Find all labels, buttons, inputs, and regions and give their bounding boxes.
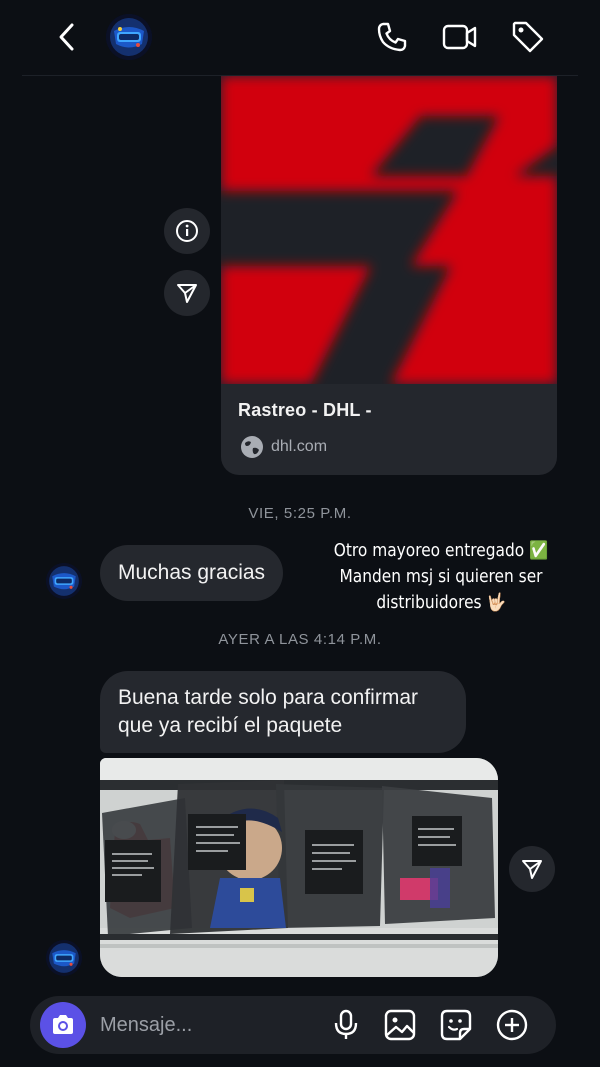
globe-icon	[241, 436, 263, 458]
gallery-icon	[384, 1009, 416, 1041]
share-link-button[interactable]	[164, 270, 210, 316]
chevron-left-icon	[59, 23, 74, 51]
tag-icon	[512, 21, 544, 53]
contact-logo-avatar	[106, 14, 152, 60]
phone-icon	[377, 22, 407, 52]
photo-message-packages[interactable]	[100, 758, 498, 977]
dhl-preview-image	[221, 76, 557, 384]
sticker-icon	[440, 1009, 472, 1041]
share-photo-button[interactable]	[509, 846, 555, 892]
sticker-button[interactable]	[438, 1007, 474, 1043]
microphone-icon	[334, 1009, 358, 1039]
more-options-button[interactable]	[494, 1007, 530, 1043]
chat-header	[0, 0, 600, 76]
message-info-button[interactable]	[164, 208, 210, 254]
video-call-button[interactable]	[441, 18, 479, 56]
contact-avatar[interactable]	[106, 14, 152, 60]
message-composer	[30, 996, 556, 1054]
sender-avatar[interactable]	[46, 563, 82, 599]
gallery-button[interactable]	[382, 1007, 418, 1043]
camera-icon	[53, 1015, 73, 1034]
voice-message-button[interactable]	[328, 1007, 364, 1043]
link-domain: dhl.com	[271, 438, 328, 455]
timestamp-friday: VIE, 5:25 P.M.	[248, 505, 352, 522]
send-icon	[522, 860, 542, 879]
tag-button[interactable]	[509, 18, 547, 56]
video-camera-icon	[442, 24, 477, 50]
message-bubble-confirmation[interactable]: Buena tarde solo para confirmar que ya r…	[100, 671, 466, 753]
story-reply-caption[interactable]: Otro mayoreo entregado ✅ Manden msj si q…	[333, 538, 549, 616]
plus-circle-icon	[496, 1009, 528, 1041]
timestamp-yesterday: AYER A LAS 4:14 P.M.	[218, 631, 382, 648]
back-button[interactable]	[50, 20, 84, 54]
message-input[interactable]	[100, 1010, 320, 1040]
send-icon	[177, 284, 197, 303]
contact-logo-avatar	[46, 940, 82, 976]
message-bubble-thanks[interactable]: Muchas gracias	[100, 545, 284, 601]
camera-button[interactable]	[40, 1002, 86, 1048]
contact-logo-avatar	[46, 563, 82, 599]
packages-photo	[100, 758, 498, 977]
link-title: Rastreo - DHL -	[238, 400, 372, 420]
info-icon	[176, 220, 198, 242]
sender-avatar[interactable]	[46, 940, 82, 976]
link-preview-card[interactable]: Rastreo - DHL - dhl.com	[221, 76, 557, 475]
call-button[interactable]	[373, 18, 411, 56]
